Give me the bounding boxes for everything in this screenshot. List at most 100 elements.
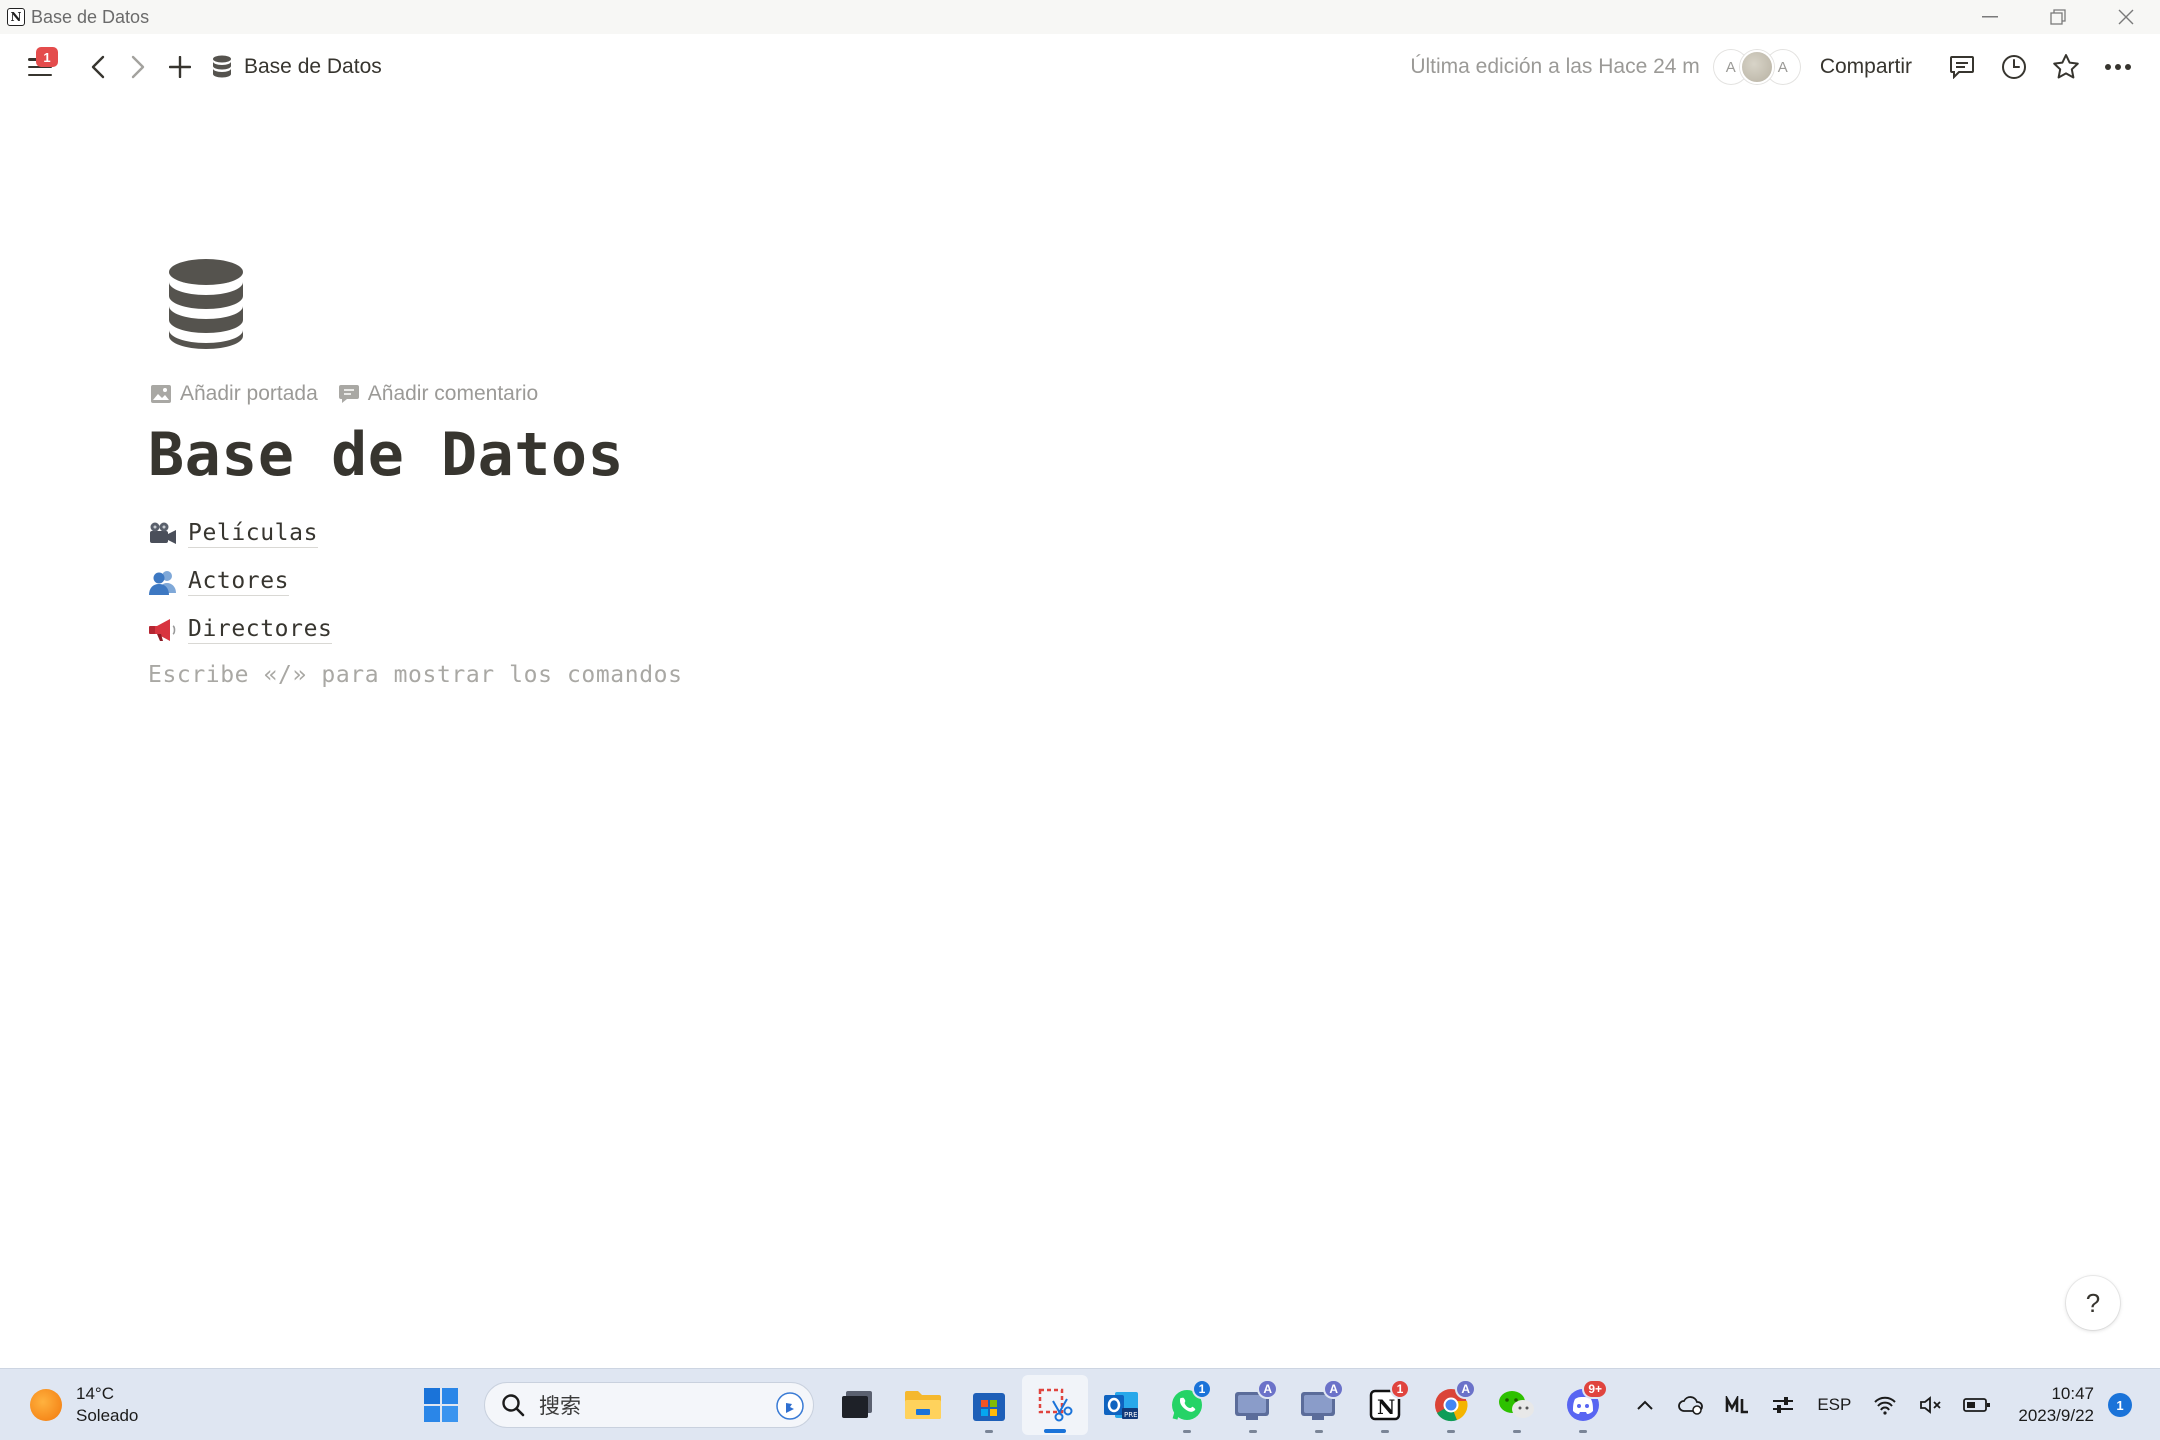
sliders-icon (1773, 1397, 1794, 1413)
breadcrumb[interactable]: Base de Datos (212, 55, 382, 79)
windows-logo-icon (424, 1388, 458, 1422)
updates-button[interactable] (1988, 54, 2040, 80)
page-link-label[interactable]: Directores (188, 616, 333, 645)
snipping-tool-icon (1038, 1388, 1073, 1422)
add-cover-label: Añadir portada (180, 382, 318, 405)
taskbar-app-store[interactable] (956, 1375, 1022, 1435)
show-hidden-icons-button[interactable] (1622, 1382, 1668, 1428)
favorite-button[interactable] (2040, 53, 2092, 81)
badge: 1 (1390, 1379, 1410, 1399)
outlook-icon: PRE (1104, 1392, 1138, 1419)
taskbar-app-wechat[interactable] (1484, 1375, 1550, 1435)
volume-button[interactable] (1908, 1382, 1954, 1428)
store-icon (973, 1393, 1005, 1421)
taskbar-app-file-explorer[interactable] (890, 1375, 956, 1435)
taskbar-app-notion[interactable]: N 1 (1352, 1375, 1418, 1435)
page-link-actores[interactable]: Actores (148, 558, 332, 606)
movie-camera-icon (148, 519, 182, 549)
add-comment-label: Añadir comentario (367, 382, 539, 405)
volume-muted-icon (1920, 1396, 1941, 1414)
badge: A (1323, 1379, 1344, 1399)
megaphone-icon (148, 615, 182, 645)
bing-icon (776, 1392, 804, 1420)
battery-icon (1963, 1398, 1991, 1412)
avatar-photo[interactable] (1739, 50, 1774, 84)
sidebar-toggle-button[interactable]: 1 (22, 45, 58, 89)
taskbar-app-snipping-tool[interactable] (1022, 1375, 1088, 1435)
taskbar-app-chrome[interactable]: A (1418, 1375, 1484, 1435)
badge: A (1455, 1379, 1476, 1399)
page-link-label[interactable]: Actores (188, 568, 290, 597)
database-icon (213, 55, 231, 78)
taskbar-app-taskview[interactable] (824, 1375, 890, 1435)
restore-button[interactable] (2024, 0, 2092, 34)
weather-widget[interactable]: 14°C Soleado (30, 1383, 138, 1427)
image-icon (151, 385, 171, 403)
empty-block-placeholder[interactable]: Escribe «/» para mostrar los comandos (148, 662, 683, 688)
taskbar-apps: 搜索 PRE 1 A A N 1 A 9+ (408, 1369, 1616, 1440)
chevron-right-icon (131, 55, 145, 79)
close-window-button[interactable] (2092, 0, 2160, 34)
search-placeholder: 搜索 (539, 1395, 581, 1418)
taskbar-app-discord[interactable]: 9+ (1550, 1375, 1616, 1435)
page-link-peliculas[interactable]: Películas (148, 510, 332, 558)
window-title: Base de Datos (31, 6, 150, 27)
battery-button[interactable] (1954, 1382, 2000, 1428)
breadcrumb-label: Base de Datos (244, 55, 382, 78)
svg-text:N: N (1377, 1395, 1395, 1419)
notion-app-icon: N (7, 8, 25, 26)
page-icon[interactable] (168, 258, 244, 355)
taskbar-app-whatsapp[interactable]: 1 (1154, 1375, 1220, 1435)
badge: A (1257, 1379, 1278, 1399)
start-button[interactable] (408, 1375, 474, 1435)
wechat-icon (1499, 1391, 1534, 1418)
back-button[interactable] (80, 45, 116, 89)
close-icon (2118, 9, 2134, 25)
comment-icon (1950, 56, 1974, 79)
page-title[interactable]: Base de Datos (148, 420, 624, 490)
taskbar-search[interactable]: 搜索 (484, 1382, 814, 1428)
collaborator-avatars[interactable]: A A (1713, 50, 1800, 84)
plus-icon (169, 56, 191, 78)
clock-time: 10:47 (2051, 1384, 2094, 1403)
share-button[interactable]: Compartir (1820, 55, 1912, 79)
page-link-directores[interactable]: Directores (148, 606, 333, 654)
system-clock[interactable]: 10:47 2023/9/22 (2018, 1383, 2094, 1427)
minimize-button[interactable] (1956, 0, 2024, 34)
comment-icon (338, 385, 359, 403)
database-icon (169, 259, 243, 349)
ime-tray-button[interactable] (1714, 1382, 1760, 1428)
wifi-icon (1874, 1396, 1897, 1415)
input-method-icon (1726, 1396, 1749, 1414)
more-options-button[interactable] (2092, 63, 2144, 71)
clock-date: 2023/9/22 (2018, 1406, 2094, 1425)
page-link-label[interactable]: Películas (188, 520, 319, 549)
comments-button[interactable] (1936, 55, 1988, 79)
window-titlebar: N Base de Datos (0, 0, 2160, 34)
minimize-icon (1982, 16, 1998, 18)
taskbar-app-teams-2[interactable]: A (1286, 1375, 1352, 1435)
chevron-up-icon (1637, 1400, 1654, 1410)
onedrive-tray-button[interactable] (1668, 1382, 1714, 1428)
restore-icon (2050, 9, 2066, 25)
add-comment-button[interactable]: Añadir comentario (338, 382, 538, 406)
forward-button[interactable] (120, 45, 156, 89)
add-cover-button[interactable]: Añadir portada (150, 382, 318, 406)
system-tray: ESP 10:47 2023/9/22 1 (1622, 1369, 2160, 1440)
busts-in-silhouette-icon (148, 567, 182, 597)
settings-tray-button[interactable] (1760, 1382, 1806, 1428)
folder-icon (905, 1391, 941, 1419)
help-button[interactable]: ? (2066, 1276, 2120, 1330)
wifi-button[interactable] (1862, 1382, 1908, 1428)
badge: 9+ (1582, 1379, 1608, 1399)
notification-center-badge[interactable]: 1 (2108, 1393, 2132, 1417)
taskbar-app-teams[interactable]: A (1220, 1375, 1286, 1435)
weather-temperature: 14°C (76, 1384, 114, 1403)
windows-taskbar: 14°C Soleado 搜索 PRE 1 A A N 1 A 9+ ESP 1… (0, 1368, 2160, 1440)
new-page-button[interactable] (162, 45, 198, 89)
taskbar-app-outlook[interactable]: PRE (1088, 1375, 1154, 1435)
cloud-sync-icon (1678, 1396, 1704, 1415)
search-icon (502, 1394, 525, 1417)
language-indicator[interactable]: ESP (1806, 1382, 1862, 1428)
svg-text:PRE: PRE (1124, 1411, 1138, 1419)
